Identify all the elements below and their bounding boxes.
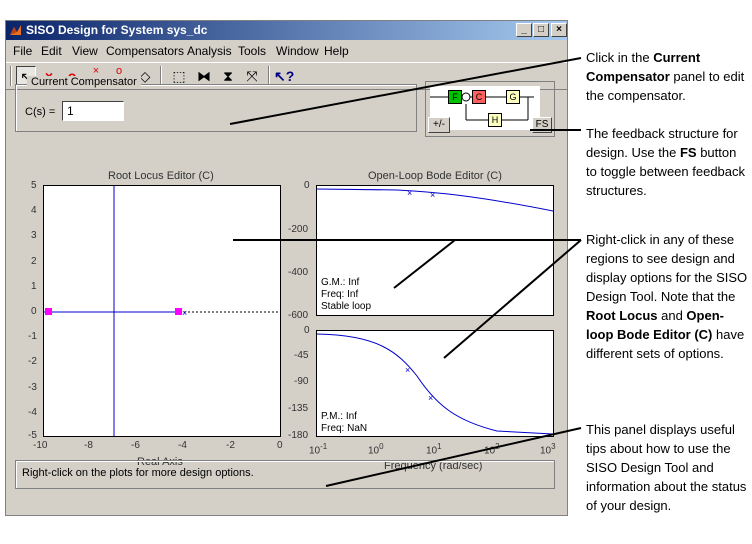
callout-plots: Right-click in any of these regions to s… xyxy=(586,230,748,363)
callout-text: and xyxy=(657,308,687,323)
callout-compensator: Click in the Current Compensator panel t… xyxy=(586,48,748,105)
callout-status: This panel displays useful tips about ho… xyxy=(586,420,748,515)
callout-text: Right-click in any of these regions to s… xyxy=(586,232,748,304)
callout-bold: Root Locus xyxy=(586,308,658,323)
callout-feedback: The feedback structure for design. Use t… xyxy=(586,124,748,200)
callout-text: Click in the xyxy=(586,50,654,65)
callout-text: This panel displays useful tips about ho… xyxy=(586,422,747,513)
callout-bold: FS xyxy=(679,145,697,160)
